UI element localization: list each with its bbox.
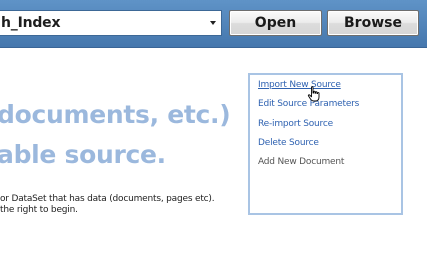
- open-button[interactable]: Open: [229, 10, 322, 36]
- index-select[interactable]: h_Index: [0, 10, 222, 36]
- page-heading-line-2: able source.: [0, 140, 166, 169]
- browse-button[interactable]: Browse: [327, 10, 419, 36]
- description-line-1: or DataSet that has data (documents, pag…: [0, 194, 215, 204]
- add-new-document-item: Add New Document: [258, 157, 345, 167]
- page-heading-line-1: documents, etc.): [0, 100, 231, 129]
- toolbar: h_Index Open Browse: [0, 0, 427, 48]
- source-actions-menu: Import New Source Edit Source Parameters…: [248, 73, 403, 215]
- hand-pointer-icon: [307, 86, 320, 102]
- index-select-value: h_Index: [1, 15, 61, 31]
- delete-source-link[interactable]: Delete Source: [258, 138, 319, 148]
- import-new-source-link[interactable]: Import New Source: [258, 80, 341, 90]
- reimport-source-link[interactable]: Re-import Source: [258, 119, 333, 129]
- description-line-2: the right to begin.: [0, 205, 78, 215]
- chevron-down-icon[interactable]: [210, 21, 216, 25]
